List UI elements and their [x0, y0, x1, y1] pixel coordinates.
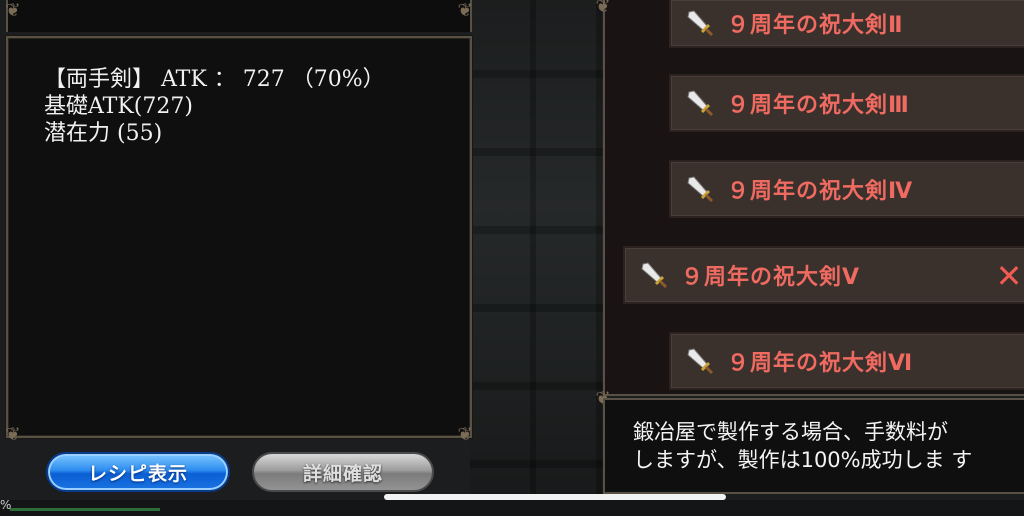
close-icon[interactable]: ✕: [991, 258, 1024, 294]
list-item-label: ９周年の祝大剣Ⅵ: [727, 351, 914, 376]
potential-line: 潜在力 (55): [44, 121, 163, 146]
weapon-attack-line: 【両手剣】 ATK ： 727 （70%）: [44, 67, 385, 92]
show-recipe-button[interactable]: レシピ表示: [46, 452, 230, 492]
corner-ornament: ❦: [5, 424, 21, 445]
list-item[interactable]: ９周年の祝大剣Ⅱ: [669, 0, 1024, 48]
message-line: しますが、製作は100%成功しま す: [633, 448, 973, 472]
sword-icon: [687, 10, 714, 37]
corner-ornament: ❦: [457, 0, 473, 21]
sword-icon: [641, 262, 668, 289]
corner-ornament: ❦: [595, 0, 611, 17]
detail-check-button[interactable]: 詳細確認: [252, 452, 434, 492]
list-item[interactable]: ９周年の祝大剣Ⅳ: [669, 160, 1024, 218]
home-indicator[interactable]: [384, 494, 726, 500]
percent-label: %: [0, 498, 12, 512]
corner-ornament: ❦: [5, 0, 21, 21]
list-item-label: ９周年の祝大剣Ⅲ: [727, 93, 910, 118]
item-info-panel: 【両手剣】 ATK ： 727 （70%） 基礎ATK(727) 潜在力 (55…: [6, 36, 472, 438]
list-item-selected[interactable]: ９周年の祝大剣Ⅴ ✕: [623, 246, 1024, 304]
list-item-label: ９周年の祝大剣Ⅱ: [727, 13, 904, 38]
list-item-label: ９周年の祝大剣Ⅳ: [727, 179, 914, 204]
list-item[interactable]: ９周年の祝大剣Ⅵ: [669, 332, 1024, 390]
sword-icon: [687, 348, 714, 375]
sword-icon: [687, 90, 714, 117]
recipe-list-panel: ９周年の祝大剣Ⅱ ９周年の祝大剣Ⅲ ９周年の祝大剣Ⅳ ９周年の祝大剣Ⅴ ✕ ９周…: [603, 0, 1024, 396]
sword-icon: [687, 176, 714, 203]
top-header-band: [6, 0, 472, 32]
background-wall: [470, 0, 610, 516]
list-item[interactable]: ９周年の祝大剣Ⅲ: [669, 74, 1024, 132]
progress-bar: [10, 508, 160, 511]
base-attack-line: 基礎ATK(727): [44, 94, 193, 119]
message-box: 鍛冶屋で製作する場合、手数料が しますが、製作は100%成功しま す: [603, 398, 1024, 494]
list-item-label: ９周年の祝大剣Ⅴ: [681, 265, 861, 290]
message-line: 鍛冶屋で製作する場合、手数料が: [633, 420, 948, 444]
corner-ornament: ❦: [457, 424, 473, 445]
